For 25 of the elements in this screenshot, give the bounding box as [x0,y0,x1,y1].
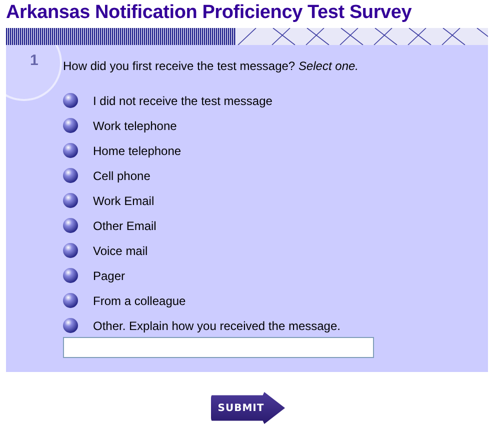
radio-button[interactable] [63,218,78,233]
radio-button[interactable] [63,293,78,308]
option-label[interactable]: I did not receive the test message [63,88,340,113]
explain-input-field[interactable] [63,337,374,358]
option-label[interactable]: Work Email [63,188,340,213]
radio-button[interactable] [63,93,78,108]
radio-button[interactable] [63,268,78,283]
option-label[interactable]: From a colleague [63,288,340,313]
option-label[interactable]: Pager [63,263,340,288]
radio-button[interactable] [63,193,78,208]
radio-button[interactable] [63,243,78,258]
radio-button[interactable] [63,168,78,183]
radio-button[interactable] [63,318,78,333]
option-label[interactable]: Voice mail [63,238,340,263]
question-text: How did you first receive the test message? Select one. [63,59,358,73]
page-title: Arkansas Notification Proficiency Test Survey [5,1,413,25]
question-number: 1 [30,52,38,69]
option-label[interactable]: Home telephone [63,138,340,163]
option-label[interactable]: Work telephone [63,113,340,138]
radio-button[interactable] [63,143,78,158]
option-label[interactable]: Other. Explain how you received the message. [63,313,340,338]
option-label[interactable]: Cell phone [63,163,340,188]
option-label[interactable]: Other Email [63,213,340,238]
radio-button[interactable] [63,118,78,133]
submit-button[interactable]: SUBMIT [211,392,285,424]
